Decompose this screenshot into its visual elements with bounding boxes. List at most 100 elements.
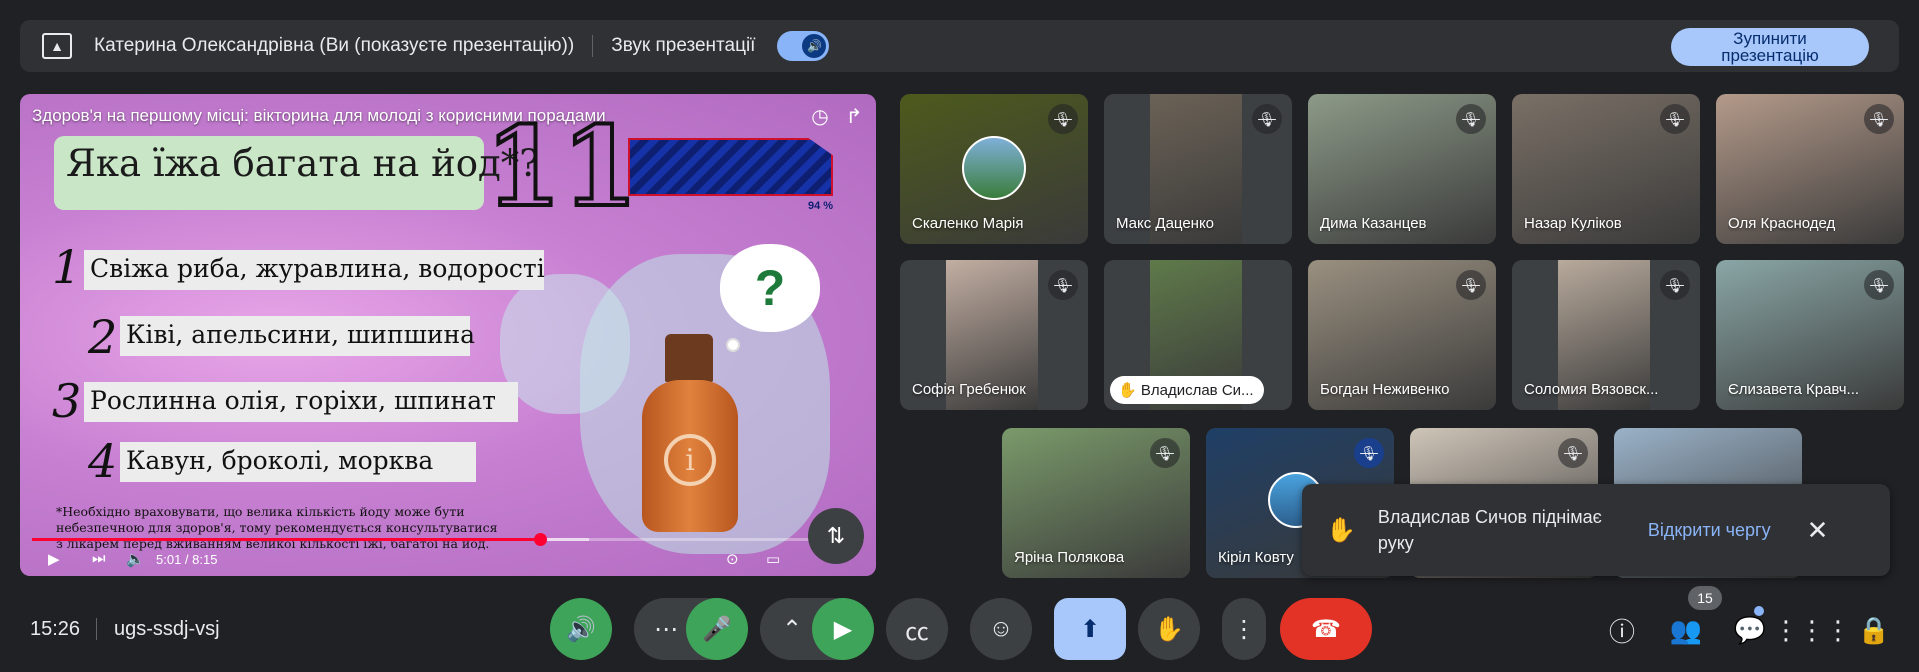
answer-number: 1 (52, 240, 82, 294)
progress-scrubber[interactable] (533, 533, 547, 546)
captions-button[interactable]: ㏄ (886, 598, 948, 660)
participant-name: Софія Гребенюк (912, 381, 1026, 398)
answer-option: Свіжа риба, журавлина, водорості (84, 250, 545, 290)
video-progress-bar[interactable] (32, 533, 864, 546)
participant-name: Соломия Вязовск... (1524, 381, 1659, 398)
participant-tile[interactable]: ✋ Владислав Си... (1104, 260, 1292, 410)
participant-tile[interactable]: 🎙 Макс Даценко (1104, 94, 1292, 244)
presentation-sound-toggle[interactable]: 🔊 (777, 31, 830, 61)
host-controls-icon[interactable]: 🔒 (1856, 612, 1892, 648)
present-button[interactable]: ⬆ (1054, 598, 1126, 660)
raised-hand-icon: ✋ (1326, 516, 1356, 544)
presenter-name: Катерина Олександрівна (Ви (показуєте пр… (94, 35, 575, 56)
participant-name: ✋ Владислав Си... (1110, 376, 1264, 404)
subtitles-icon[interactable]: ▭ (766, 550, 780, 568)
thought-bubble-dot (726, 338, 740, 352)
emoji-icon: ☺ (988, 615, 1014, 642)
presenting-bar: ▲ Катерина Олександрівна (Ви (показуєте … (20, 20, 1899, 72)
participant-name: Дима Казанцев (1320, 215, 1427, 232)
notification-message: Владислав Сичов піднімає руку (1377, 507, 1602, 553)
autoplay-toggle-icon[interactable]: ⊙ (726, 550, 739, 568)
answer-option: Рослинна олія, горіхи, шпинат (84, 382, 518, 422)
more-vertical-icon: ⋮ (1232, 615, 1256, 643)
answer-number: 3 (52, 374, 82, 428)
mic-off-icon: 🎙 (1048, 270, 1078, 300)
participant-name: Скаленко Марія (912, 215, 1024, 232)
swap-layout-icon[interactable]: ⇅ (808, 508, 864, 564)
watch-later-icon[interactable]: ◷ (808, 104, 832, 128)
camera-button[interactable]: ▶ (812, 598, 874, 660)
quiz-question: Яка їжа багата на йод*? (66, 142, 540, 185)
captions-icon: ㏄ (905, 618, 929, 646)
speaker-icon: 🔊 (802, 34, 827, 58)
progress-fill (32, 538, 540, 541)
raise-hand-notification: ✋ Владислав Сичов піднімає руку Відкрити… (1302, 484, 1890, 576)
raise-hand-button[interactable]: ✋ (1138, 598, 1200, 660)
audio-output-button[interactable]: 🔊 (550, 598, 612, 660)
participant-name: Макс Даценко (1116, 215, 1215, 232)
participant-tile[interactable]: 🎙 Єлизавета Кравч... (1716, 260, 1904, 410)
participant-name: Єлизавета Кравч... (1728, 381, 1860, 398)
participant-name: Кіріл Ковту (1218, 549, 1294, 566)
decorative-shape (500, 274, 630, 414)
participant-tile[interactable]: 🎙 Соломия Вязовск... (1512, 260, 1700, 410)
divider (96, 618, 97, 640)
bottle-cap (665, 334, 713, 382)
people-icon[interactable]: 👥 (1668, 612, 1704, 648)
participant-tile[interactable]: 🎙 Оля Краснодед (1716, 94, 1904, 244)
participants-count-badge: 15 (1688, 586, 1722, 610)
presentation-stage: Яка їжа багата на йод*? 11 94 % Здоров'я… (20, 94, 876, 576)
video-title: Здоров'я на першому місці: вікторина для… (32, 106, 606, 125)
mic-off-icon: 🎙 (1864, 270, 1894, 300)
question-number: 11 (483, 102, 640, 231)
microphone-icon: 🎤 (702, 615, 732, 643)
volume-icon[interactable]: 🔈 (126, 550, 145, 568)
play-icon[interactable]: ▶ (48, 550, 60, 568)
participant-tile[interactable]: 🎙 Софія Гребенюк (900, 260, 1088, 410)
next-icon[interactable]: ⏭ (92, 550, 106, 567)
participant-tile[interactable]: 🎙 Скаленко Марія (900, 94, 1088, 244)
mic-off-icon: 🎙 (1252, 104, 1282, 134)
current-time: 15:26 (30, 618, 81, 640)
reactions-button[interactable]: ☺ (970, 598, 1032, 660)
chat-icon[interactable]: 💬 (1732, 612, 1768, 648)
mic-off-icon: 🎙 (1456, 104, 1486, 134)
participant-name: Оля Краснодед (1728, 215, 1836, 232)
share-icon[interactable]: ↱ (842, 104, 866, 128)
meeting-info-icon[interactable]: ⓘ (1604, 612, 1640, 648)
participant-tile[interactable]: 🎙 Яріна Полякова (1002, 428, 1190, 578)
participant-tile[interactable]: 🎙 Богдан Неживенко (1308, 260, 1496, 410)
participant-name: Назар Куліков (1524, 215, 1622, 232)
speaker-icon: 🔊 (566, 615, 596, 643)
hang-up-icon: ☎ (1311, 615, 1341, 643)
answer-option: Ківі, апельсини, шипшина (120, 316, 475, 356)
mic-off-icon: 🎙 (1558, 438, 1588, 468)
question-marks-icon: ? (720, 244, 820, 332)
participant-name-text: Владислав Си... (1140, 382, 1254, 399)
meeting-code: ugs-ssdj-vsj (114, 618, 220, 640)
participant-tile[interactable]: 🎙 Назар Куліков (1512, 94, 1700, 244)
more-options-button[interactable]: ⋮ (1222, 598, 1266, 660)
raised-hand-icon: ✋ (1154, 615, 1184, 643)
mic-off-icon: 🎙 (1456, 270, 1486, 300)
divider (592, 35, 594, 57)
unread-chat-dot (1754, 606, 1764, 616)
slide-footnote: *Необхідно враховувати, що велика кількі… (56, 504, 498, 551)
answer-number: 4 (88, 434, 118, 488)
open-queue-button[interactable]: Відкрити чергу (1648, 520, 1771, 541)
mic-off-icon: 🎙 (1048, 104, 1078, 134)
close-icon[interactable]: ✕ (1807, 515, 1829, 546)
countdown-percent: 94 % (808, 200, 834, 212)
present-screen-icon: ▲ (42, 33, 72, 59)
raised-hand-icon: ✋ (1118, 382, 1141, 399)
mic-off-icon: 🎙 (1354, 438, 1384, 468)
camera-icon: ▶ (833, 615, 853, 643)
info-icon: i (664, 434, 716, 486)
stop-presenting-button[interactable]: Зупинити презентацію (1671, 28, 1869, 66)
microphone-button[interactable]: 🎤 (686, 598, 748, 660)
video-time: 5:01 / 8:15 (156, 552, 218, 567)
more-horizontal-icon: ⋯ (654, 615, 678, 643)
participant-tile[interactable]: 🎙 Дима Казанцев (1308, 94, 1496, 244)
leave-call-button[interactable]: ☎ (1280, 598, 1372, 660)
activities-icon[interactable]: ⋮⋮⋮ (1773, 612, 1851, 648)
